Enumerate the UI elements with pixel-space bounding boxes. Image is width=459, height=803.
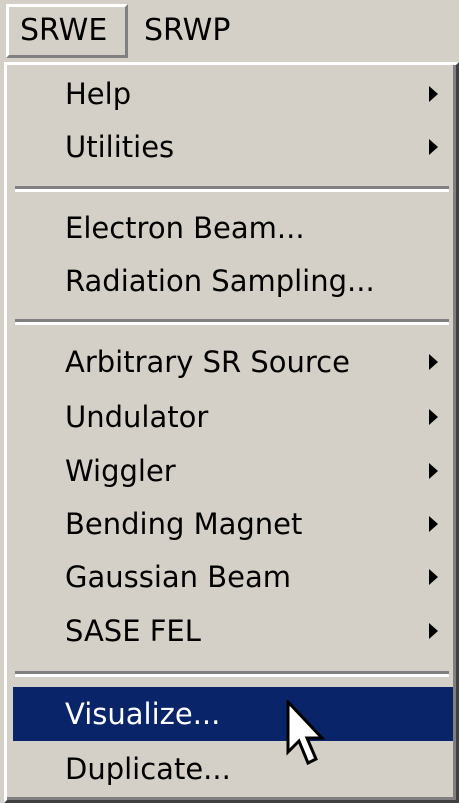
submenu-arrow-icon [429,354,438,370]
menu-item-sase-fel[interactable]: SASE FEL [13,604,453,658]
menu-item-label: Bending Magnet [65,507,303,541]
menu-item-label: SASE FEL [65,614,201,648]
menu-srwe[interactable]: SRWE [6,4,128,58]
menu-item-bending-magnet[interactable]: Bending Magnet [13,497,453,551]
submenu-arrow-icon [429,139,438,155]
menu-item-duplicate[interactable]: Duplicate... [13,742,453,796]
menu-separator [15,671,449,677]
menu-item-utilities[interactable]: Utilities [13,120,453,174]
menu-item-electron-beam[interactable]: Electron Beam... [13,201,453,255]
menu-item-label: Help [65,77,132,111]
menu-item-gaussian-beam[interactable]: Gaussian Beam [13,550,453,604]
menu-srwp[interactable]: SRWP [130,4,230,58]
menu-item-visualize[interactable]: Visualize... [13,687,453,741]
menu-item-help[interactable]: Help [13,67,453,121]
menu-separator [15,319,449,325]
menu-item-label: Utilities [65,130,175,164]
menu-item-label: Arbitrary SR Source [65,345,350,379]
menu-bar: SRWE SRWP [0,0,459,62]
menu-item-undulator[interactable]: Undulator [13,390,453,444]
menu-item-label: Undulator [65,400,209,434]
menu-item-label: Visualize... [65,697,221,731]
submenu-arrow-icon [429,409,438,425]
submenu-arrow-icon [429,516,438,532]
submenu-arrow-icon [429,463,438,479]
menu-item-label: Duplicate... [65,752,231,786]
submenu-arrow-icon [429,623,438,639]
submenu-arrow-icon [429,569,438,585]
menu-separator [15,186,449,192]
submenu-arrow-icon [429,86,438,102]
menu-item-radiation-sampling[interactable]: Radiation Sampling... [13,254,453,308]
menu-item-wiggler[interactable]: Wiggler [13,444,453,498]
srwe-dropdown-menu: Help Utilities Electron Beam... Radiatio… [4,62,459,803]
menu-item-label: Wiggler [65,454,176,488]
menu-item-label: Radiation Sampling... [65,264,375,298]
menu-item-arbitrary-sr-source[interactable]: Arbitrary SR Source [13,335,453,389]
menu-item-label: Electron Beam... [65,211,305,245]
app-window: SRWE SRWP Help Utilities Electron Beam..… [0,0,459,803]
mouse-pointer-icon [286,700,326,766]
menu-item-label: Gaussian Beam [65,560,292,594]
